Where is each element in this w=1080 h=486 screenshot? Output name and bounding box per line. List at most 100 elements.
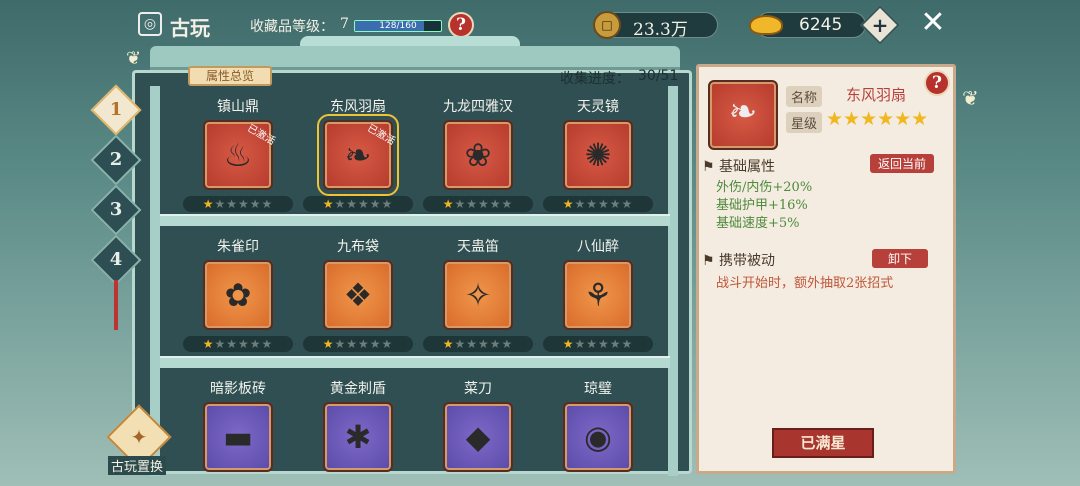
item-name: 琼璧 xyxy=(584,381,612,397)
attr-line: 基础护甲+16% xyxy=(716,198,808,213)
item-icon: ✿ xyxy=(224,276,252,314)
item-icon: ✱ xyxy=(344,418,372,456)
page-tab-label: 2 xyxy=(109,149,123,170)
add-gold-button[interactable]: + xyxy=(860,5,900,45)
collect-level: 7 xyxy=(340,16,349,32)
detail-item-name: 东风羽扇 xyxy=(846,86,907,104)
item-slot[interactable]: 朱雀印 ✿ ★★★★★★ xyxy=(178,236,298,352)
return-current-button[interactable]: 返回当前 xyxy=(870,154,935,173)
feather-fan-icon: ❧ xyxy=(728,92,758,132)
item-name: 朱雀印 xyxy=(217,239,259,255)
item-icon: ✧ xyxy=(464,276,492,314)
item-icon: ▬ xyxy=(222,418,254,456)
item-name: 天灵镜 xyxy=(577,99,619,115)
shelf-plank xyxy=(160,214,670,226)
item-card[interactable]: ✧ xyxy=(443,260,513,330)
item-name: 镇山鼎 xyxy=(217,99,259,115)
collect-progress-label: 收集进度： xyxy=(560,71,630,87)
item-icon: ❀ xyxy=(464,136,492,174)
base-attr-title-text: 基础属性 xyxy=(719,159,776,175)
page-tab-label: 4 xyxy=(109,249,123,270)
item-card[interactable]: ❖ xyxy=(323,260,393,330)
gold-display: 6245 xyxy=(749,12,866,38)
star-label: 星级 xyxy=(786,112,823,133)
tassel-decoration xyxy=(114,280,118,330)
collect-progress-value: 30/51 xyxy=(638,68,679,84)
base-attr-title: ⚑ 基础属性 xyxy=(702,159,776,175)
item-card[interactable]: ❧ 已激活 xyxy=(317,114,399,196)
item-slot[interactable]: 天灵镜 ✺ ★★★★★★ xyxy=(538,96,658,212)
item-card[interactable]: ✿ xyxy=(203,260,273,330)
item-name: 九布袋 xyxy=(337,239,379,255)
item-name: 黄金刺盾 xyxy=(330,381,386,397)
shelf-plank xyxy=(160,356,670,368)
close-icon[interactable]: ✕ xyxy=(916,6,950,40)
item-name: 天蛊笛 xyxy=(457,239,499,255)
copper-coin-display: □ 23.3万 xyxy=(593,11,718,40)
exp-text: 128/160 xyxy=(379,21,417,31)
top-bar: ◎ 古玩 收藏品等级： 7 128/160 ? □ 23.3万 6245 + ✕ xyxy=(0,0,1080,52)
max-star-button[interactable]: 已满星 xyxy=(772,428,874,458)
unload-button[interactable]: 卸下 xyxy=(872,249,929,268)
item-slot[interactable]: 八仙醉 ⚘ ★★★★★★ xyxy=(538,236,658,352)
item-icon: ⚘ xyxy=(583,276,613,314)
gold-amount: 6245 xyxy=(799,15,843,35)
item-slot[interactable]: 东风羽扇 ❧ 已激活 ★★★★★★ xyxy=(298,96,418,212)
item-name: 菜刀 xyxy=(464,381,492,397)
swap-label: 古玩置换 xyxy=(108,456,167,475)
detail-help-icon[interactable]: ? xyxy=(924,70,950,96)
item-card[interactable]: ✱ xyxy=(323,402,393,472)
coin-icon: □ xyxy=(593,11,621,39)
exp-bar: 128/160 xyxy=(354,20,442,32)
butterfly-icon: ❦ xyxy=(126,48,142,69)
item-star-rating: ★★★★★★ xyxy=(183,336,293,352)
item-slot[interactable]: 天蛊笛 ✧ ★★★★★★ xyxy=(418,236,538,352)
shelf-pillar-right xyxy=(668,86,678,476)
plus-icon: + xyxy=(871,13,889,37)
item-star-rating: ★★★★★★ xyxy=(303,196,413,212)
item-icon: ❖ xyxy=(343,276,373,314)
help-icon[interactable]: ? xyxy=(448,12,474,38)
antique-icon: ◎ xyxy=(138,12,162,36)
item-slot[interactable]: 九布袋 ❖ ★★★★★★ xyxy=(298,236,418,352)
attribute-overview-tab[interactable]: 属性总览 xyxy=(188,66,272,86)
attr-line: 外伤/内伤+20% xyxy=(716,180,813,195)
item-card[interactable]: ✺ xyxy=(563,120,633,190)
page-tab-label: 3 xyxy=(109,199,123,220)
detail-stars: ★★★★★★ xyxy=(826,108,929,130)
item-star-rating: ★★★★★★ xyxy=(423,336,533,352)
passive-desc: 战斗开始时，额外抽取2张招式 xyxy=(716,276,894,291)
item-icon: ◆ xyxy=(465,418,491,456)
item-card[interactable]: ◆ xyxy=(443,402,513,472)
item-card[interactable]: ♨ 已激活 xyxy=(203,120,277,190)
item-star-rating: ★★★★★★ xyxy=(183,196,293,212)
item-slot[interactable]: 暗影板砖 ▬ xyxy=(178,378,298,472)
copper-amount: 23.3万 xyxy=(633,20,688,40)
item-name: 暗影板砖 xyxy=(210,381,266,397)
attr-line: 基础速度+5% xyxy=(716,216,800,231)
item-slot[interactable]: 黄金刺盾 ✱ xyxy=(298,378,418,472)
item-star-rating: ★★★★★★ xyxy=(543,336,653,352)
gold-ingot-icon xyxy=(749,15,783,35)
item-icon: ✺ xyxy=(584,136,612,174)
item-card[interactable]: ▬ xyxy=(203,402,273,472)
page-tab-label: 1 xyxy=(109,99,123,120)
name-label: 名称 xyxy=(786,86,823,107)
item-slot[interactable]: 九龙四雅汉 ❀ ★★★★★★ xyxy=(418,96,538,212)
item-name: 东风羽扇 xyxy=(330,99,386,115)
item-name: 九龙四雅汉 xyxy=(443,99,513,115)
swap-icon: ✦ xyxy=(130,425,148,449)
item-name: 八仙醉 xyxy=(577,239,619,255)
passive-title-text: 携带被动 xyxy=(719,253,776,269)
item-card[interactable]: ⚘ xyxy=(563,260,633,330)
page-title: 古玩 xyxy=(170,16,210,40)
item-slot[interactable]: 镇山鼎 ♨ 已激活 ★★★★★★ xyxy=(178,96,298,212)
item-slot[interactable]: 琼璧 ◉ xyxy=(538,378,658,472)
passive-title: ⚑ 携带被动 xyxy=(702,253,776,269)
item-star-rating: ★★★★★★ xyxy=(543,196,653,212)
collect-level-label: 收藏品等级： xyxy=(250,19,334,35)
item-card[interactable]: ◉ xyxy=(563,402,633,472)
item-slot[interactable]: 菜刀 ◆ xyxy=(418,378,538,472)
item-card[interactable]: ❀ xyxy=(443,120,513,190)
item-star-rating: ★★★★★★ xyxy=(423,196,533,212)
